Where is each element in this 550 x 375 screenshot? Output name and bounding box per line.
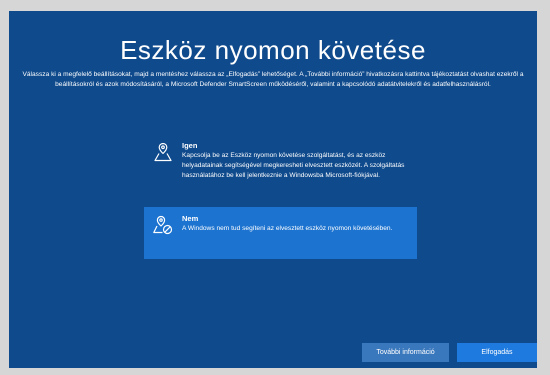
- option-no[interactable]: Nem A Windows nem tud segíteni az elvesz…: [144, 207, 417, 259]
- page-description: Válassza ki a megfelelő beállításokat, m…: [22, 71, 524, 88]
- location-person-icon: [154, 142, 172, 162]
- option-yes[interactable]: Igen Kapcsolja be az Eszköz nyomon követ…: [144, 134, 417, 199]
- location-off-icon: [153, 215, 173, 235]
- option-yes-label: Igen: [182, 141, 198, 150]
- option-no-description: A Windows nem tud segíteni az elvesztett…: [182, 225, 393, 232]
- setup-screen: Eszköz nyomon követése Válassza ki a meg…: [9, 11, 537, 368]
- option-no-label: Nem: [182, 214, 199, 223]
- option-yes-description: Kapcsolja be az Eszköz nyomon követése s…: [182, 152, 405, 179]
- page-title: Eszköz nyomon követése: [120, 35, 426, 65]
- accept-button[interactable]: Elfogadás: [457, 343, 537, 362]
- more-info-button[interactable]: További információ: [362, 343, 449, 362]
